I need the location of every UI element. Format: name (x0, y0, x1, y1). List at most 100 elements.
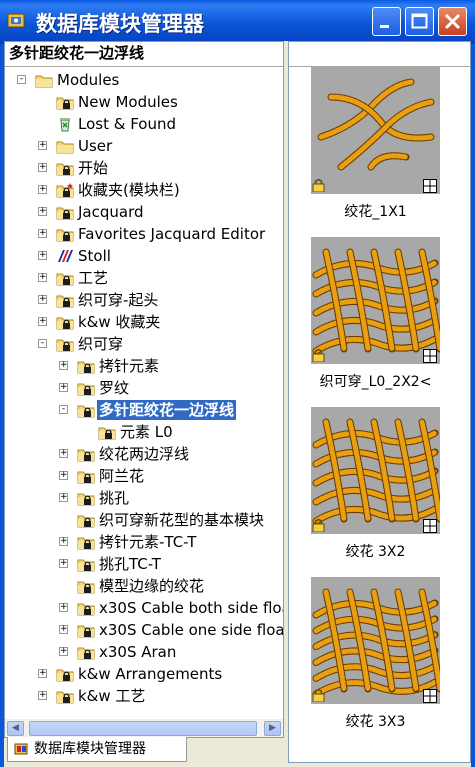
tab-module-manager[interactable]: 数据库模块管理器 (7, 737, 187, 762)
thumbnail-label: 绞花 3X3 (345, 714, 406, 730)
tree-item[interactable]: + 挑孔 (5, 487, 283, 509)
tree-item-label: 拷针元素-TC-T (99, 533, 197, 551)
tree-item-label: Stoll (78, 247, 111, 265)
tree-item[interactable]: + k&w Arrangements (5, 663, 283, 685)
locked-folder-icon (77, 402, 95, 418)
tree-item-label: Modules (57, 71, 120, 89)
expand-icon[interactable]: + (59, 361, 68, 370)
tree-item-label: 挑孔 (99, 489, 130, 507)
folder-icon (35, 72, 53, 88)
locked-folder-icon (56, 688, 74, 704)
expand-icon[interactable]: + (59, 537, 68, 546)
expand-icon[interactable]: + (38, 273, 47, 282)
window-title: 数据库模块管理器 (36, 12, 204, 36)
expand-icon[interactable]: + (59, 493, 68, 502)
horizontal-scrollbar[interactable]: ◀ ▶ (5, 719, 283, 737)
lock-icon (312, 518, 325, 533)
expand-icon[interactable]: + (38, 669, 47, 678)
close-button[interactable] (438, 7, 467, 36)
tree-item-label: x30S Cable one side float (99, 621, 283, 639)
tree-item[interactable]: + x30S Cable one side float (5, 619, 283, 641)
tree-item-label: 收藏夹(模块栏) (78, 181, 180, 199)
scroll-left-button[interactable]: ◀ (7, 721, 24, 736)
expand-icon[interactable]: + (38, 295, 47, 304)
tree-item[interactable]: + k&w 工艺 (5, 685, 283, 707)
tree-item[interactable]: + 罗纹 (5, 377, 283, 399)
tree-item[interactable]: + 拷针元素-TC-T (5, 531, 283, 553)
tree-item[interactable]: + 阿兰花 (5, 465, 283, 487)
tree-item[interactable]: + Favorites Jacquard Editor (5, 223, 283, 245)
tree-item-label: k&w Arrangements (78, 665, 223, 683)
tree-item[interactable]: Lost & Found (5, 113, 283, 135)
tree-item[interactable]: 织可穿新花型的基本模块 (5, 509, 283, 531)
tree-pane-header: 多针距绞花一边浮线 (5, 42, 283, 67)
tree-item[interactable]: + k&w 收藏夹 (5, 311, 283, 333)
locked-folder-icon (77, 534, 95, 550)
tree-item[interactable]: + User (5, 135, 283, 157)
grid-icon (423, 519, 437, 533)
collapse-icon[interactable]: - (38, 339, 47, 348)
expand-icon[interactable]: + (59, 449, 68, 458)
expand-icon[interactable]: + (38, 251, 47, 260)
expand-icon[interactable]: + (38, 207, 47, 216)
thumbnail-label: 织可穿_L0_2X2< (319, 374, 432, 390)
collapse-icon[interactable]: - (59, 405, 68, 414)
tree-item[interactable]: + Stoll (5, 245, 283, 267)
tree-item[interactable]: + 织可穿-起头 (5, 289, 283, 311)
locked-folder-icon (98, 424, 116, 440)
expand-icon[interactable]: + (59, 383, 68, 392)
tree-item-label: k&w 工艺 (78, 687, 146, 705)
tree-item[interactable]: + 开始 (5, 157, 283, 179)
expand-icon[interactable]: + (38, 141, 47, 150)
expand-icon[interactable]: + (38, 691, 47, 700)
locked-folder-icon (56, 94, 74, 110)
tree-item[interactable]: + 工艺 (5, 267, 283, 289)
collapse-icon[interactable]: - (17, 75, 26, 84)
tree-item[interactable]: + x30S Aran (5, 641, 283, 663)
expand-icon[interactable]: + (59, 647, 68, 656)
tree-item[interactable]: 模型边缘的绞花 (5, 575, 283, 597)
locked-folder-icon (77, 512, 95, 528)
expand-icon[interactable]: + (38, 163, 47, 172)
expand-icon[interactable]: + (38, 317, 47, 326)
tree-item-label: 织可穿新花型的基本模块 (99, 511, 265, 529)
maximize-button[interactable] (405, 7, 434, 36)
tree-item-label: Jacquard (78, 203, 144, 221)
expand-icon[interactable]: + (59, 603, 68, 612)
tree-item[interactable]: 元素 L0 (5, 421, 283, 443)
tree-item[interactable]: + 挑孔TC-T (5, 553, 283, 575)
expand-icon[interactable]: + (59, 625, 68, 634)
module-tree[interactable]: - Modules New Modules Lost & Found + User + 开始 +… (5, 67, 283, 708)
tree-item-label: 元素 L0 (120, 423, 173, 441)
minimize-button[interactable] (372, 7, 401, 36)
tree-item[interactable]: + x30S Cable both side float (5, 597, 283, 619)
maximize-icon (411, 13, 428, 29)
locked-folder-icon (56, 226, 74, 242)
locked-folder-icon (77, 358, 95, 374)
locked-folder-icon (77, 556, 95, 572)
module-tree-pane: 多针距绞花一边浮线 - Modules New Modules Lost & Foun… (4, 41, 284, 738)
expand-icon[interactable]: + (59, 471, 68, 480)
expand-icon[interactable]: + (38, 185, 47, 194)
locked-folder-icon (77, 468, 95, 484)
tree-item[interactable]: - 多针距绞花一边浮线 (5, 399, 283, 421)
cable-2x2-thumbnail[interactable] (311, 237, 440, 364)
scroll-right-button[interactable]: ▶ (264, 721, 281, 736)
tree-item[interactable]: + 收藏夹(模块栏) (5, 179, 283, 201)
tree-item[interactable]: - 织可穿 (5, 333, 283, 355)
tree-item[interactable]: New Modules (5, 91, 283, 113)
tree-item[interactable]: - Modules (5, 69, 283, 91)
expand-icon[interactable]: + (59, 559, 68, 568)
cable-3x3-thumbnail[interactable] (311, 577, 440, 704)
title-bar[interactable]: 数据库模块管理器 (0, 0, 475, 44)
scrollbar-thumb[interactable] (29, 721, 257, 736)
minimize-icon (380, 25, 389, 28)
tree-item[interactable]: + 绞花两边浮线 (5, 443, 283, 465)
locked-folder-icon (56, 160, 74, 176)
tree-item-label: 开始 (78, 159, 109, 177)
tree-item[interactable]: + Jacquard (5, 201, 283, 223)
expand-icon[interactable]: + (38, 229, 47, 238)
cable-3x2-thumbnail[interactable] (311, 407, 440, 534)
tree-item[interactable]: + 拷针元素 (5, 355, 283, 377)
cable-1x1-thumbnail[interactable] (311, 67, 440, 194)
